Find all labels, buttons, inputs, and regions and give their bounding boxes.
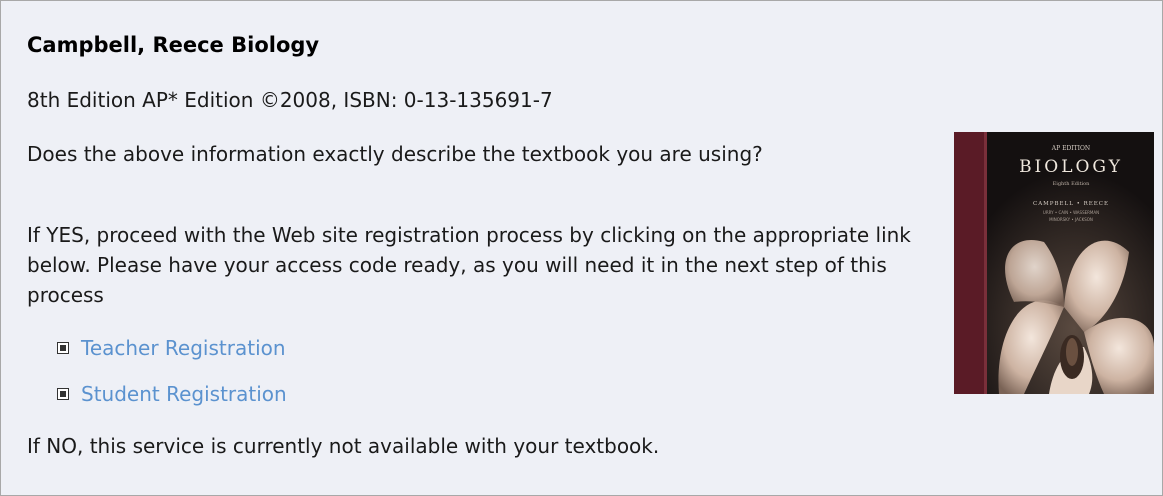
cover-subtitle: Eighth Edition <box>1053 181 1091 187</box>
cover-coauthors: URRY • CAIN • WASSERMAN <box>1043 210 1099 215</box>
cover-edition-label: AP EDITION <box>1051 145 1090 152</box>
square-bullet-icon <box>57 388 69 400</box>
registration-panel: Campbell, Reece Biology 8th Edition AP* … <box>0 0 1163 496</box>
no-instructions: If NO, this service is currently not ava… <box>27 434 660 458</box>
registration-links: Teacher Registration Student Registratio… <box>57 336 287 428</box>
cover-title: BIOLOGY <box>1019 157 1123 177</box>
list-item: Teacher Registration <box>57 336 287 360</box>
cover-authors: CAMPBELL • REECE <box>1033 201 1109 207</box>
list-item: Student Registration <box>57 382 287 406</box>
book-title: Campbell, Reece Biology <box>27 33 320 57</box>
student-registration-link[interactable]: Student Registration <box>81 382 287 406</box>
teacher-registration-link[interactable]: Teacher Registration <box>81 336 286 360</box>
cover-spine <box>954 132 986 394</box>
textbook-cover-image: AP EDITION BIOLOGY Eighth Edition CAMPBE… <box>954 132 1154 394</box>
confirm-question: Does the above information exactly descr… <box>27 142 763 166</box>
book-edition-isbn: 8th Edition AP* Edition ©2008, ISBN: 0-1… <box>27 88 553 112</box>
yes-instructions: If YES, proceed with the Web site regist… <box>27 223 911 307</box>
square-bullet-icon <box>57 342 69 354</box>
cover-coauthors: MINORSKY • JACKSON <box>1049 217 1093 222</box>
